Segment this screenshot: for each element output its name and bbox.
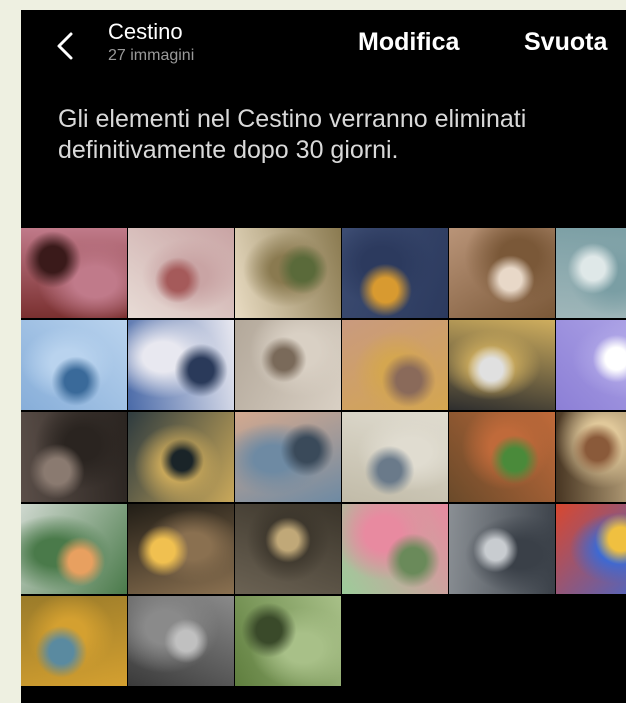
thumb-cup-flowers[interactable] <box>449 228 555 318</box>
thumb-train-interior[interactable] <box>21 228 127 318</box>
chevron-left-icon <box>57 32 73 60</box>
thumb-car-window[interactable] <box>235 504 341 594</box>
thumb-food-table[interactable] <box>449 412 555 502</box>
thumb-blue-flowers[interactable] <box>21 320 127 410</box>
thumb-street-night[interactable] <box>128 412 234 502</box>
thumb-watch-rings[interactable] <box>449 320 555 410</box>
thumb-dinner-party[interactable] <box>556 412 626 502</box>
item-count: 27 immagini <box>108 47 195 64</box>
thumb-sea-sunset[interactable] <box>235 412 341 502</box>
thumb-road-dusk[interactable] <box>21 412 127 502</box>
thumb-laptop-sushi[interactable] <box>21 504 127 594</box>
thumbnail-grid <box>21 228 626 686</box>
thumb-phone-rings[interactable] <box>342 504 448 594</box>
trash-notice: Gli elementi nel Cestino verranno elimin… <box>58 105 527 164</box>
thumb-vintage-car[interactable] <box>556 228 626 318</box>
thumb-couple-hug[interactable] <box>342 412 448 502</box>
thumb-greenhouse[interactable] <box>235 596 341 686</box>
thumb-colorful-pattern[interactable] <box>21 596 127 686</box>
title-block: Cestino 27 immagini <box>108 18 194 66</box>
trash-screen: Cestino 27 immagini Modifica Svuota Gli … <box>21 10 626 703</box>
thumb-skateboard-girl[interactable] <box>449 504 555 594</box>
thumb-colorful-records[interactable] <box>556 504 626 594</box>
thumb-cameo-brooch[interactable] <box>128 320 234 410</box>
thumb-skateboards[interactable] <box>128 596 234 686</box>
back-button[interactable] <box>53 30 79 62</box>
thumb-jeans-flowers[interactable] <box>342 228 448 318</box>
thumb-carousel[interactable] <box>128 228 234 318</box>
thumb-rings-table[interactable] <box>235 320 341 410</box>
thumb-night-scooter[interactable] <box>128 504 234 594</box>
empty-trash-button[interactable]: Svuota <box>524 28 607 57</box>
thumb-plant-candles[interactable] <box>235 228 341 318</box>
header: Cestino 27 immagini Modifica Svuota <box>21 10 626 90</box>
edit-button[interactable]: Modifica <box>358 28 459 57</box>
thumb-hand-rings[interactable] <box>342 320 448 410</box>
thumb-converse-shoe[interactable] <box>556 320 626 410</box>
page-title: Cestino <box>108 19 183 44</box>
